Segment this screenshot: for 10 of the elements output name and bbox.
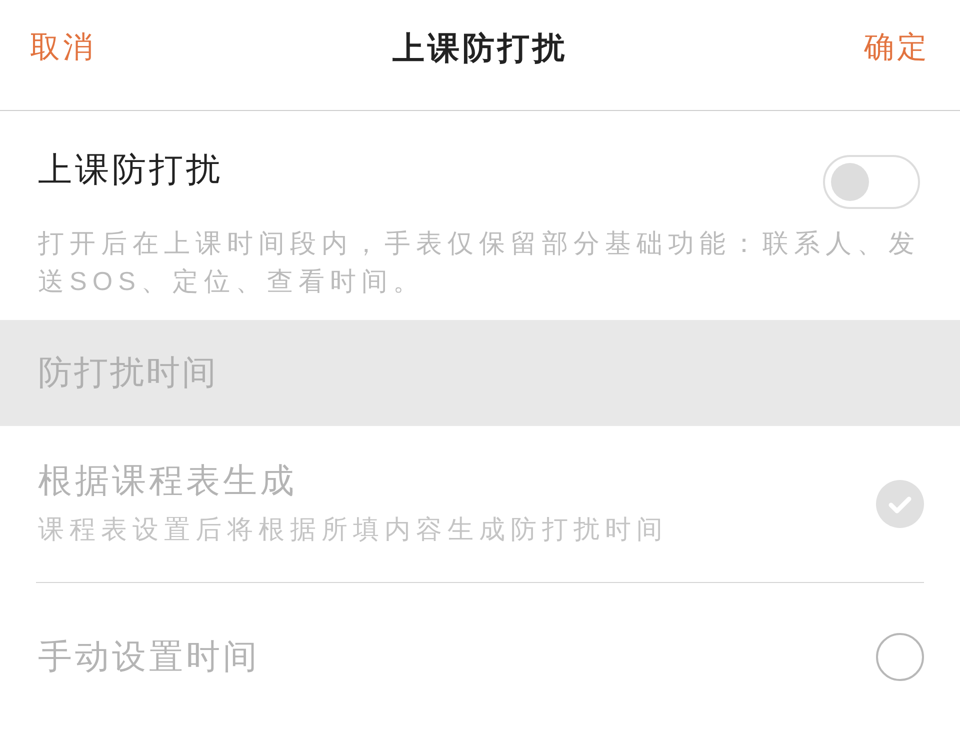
page-title: 上课防打扰 [392, 29, 568, 68]
setting-title: 上课防打扰 [38, 150, 223, 191]
option-subtitle: 课程表设置后将根据所填内容生成防打扰时间 [38, 513, 668, 546]
section-title: 防打扰时间 [38, 353, 218, 394]
cancel-button[interactable]: 取消 [30, 28, 96, 82]
option-title: 手动设置时间 [38, 637, 260, 678]
option-title: 根据课程表生成 [38, 461, 298, 502]
setting-description: 打开后在上课时间段内，手表仅保留部分基础功能：联系人、发送SOS、定位、查看时间。 [38, 227, 921, 298]
toggle-switch[interactable] [823, 155, 920, 209]
confirm-button[interactable]: 确定 [864, 28, 930, 82]
